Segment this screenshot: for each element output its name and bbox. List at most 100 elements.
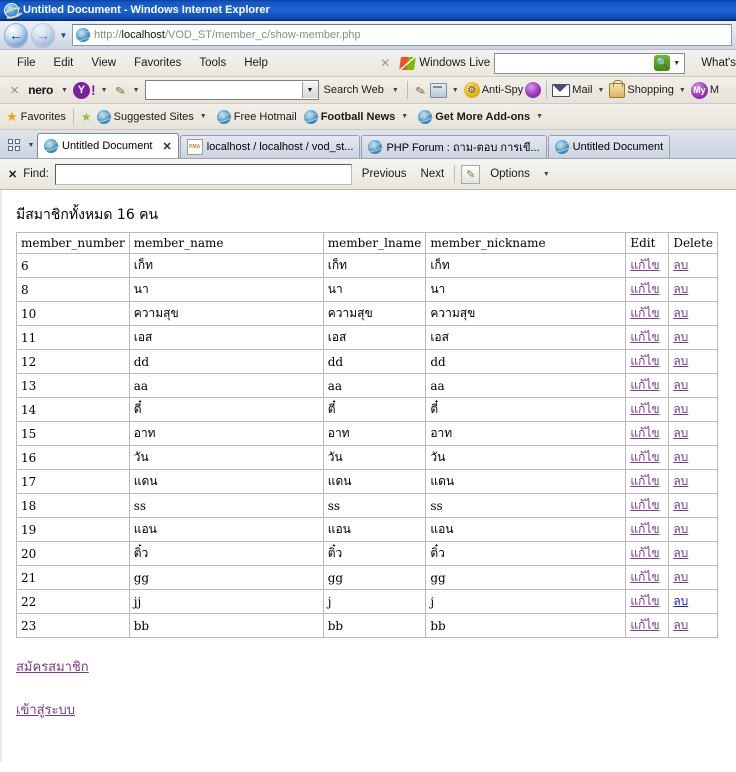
tab-list-chevron-down-icon[interactable]: ▼ <box>25 135 37 155</box>
close-find-bar-icon[interactable]: ✕ <box>8 168 17 181</box>
favbar-item-suggested-sites[interactable]: Suggested Sites ▼ <box>95 109 212 125</box>
chevron-down-icon[interactable]: ▼ <box>670 60 683 67</box>
edit-link[interactable]: แก้ไข <box>630 426 659 440</box>
edit-link[interactable]: แก้ไข <box>630 306 659 320</box>
menu-tools[interactable]: Tools <box>190 55 235 71</box>
whats-new-label[interactable]: What's <box>691 57 736 69</box>
anti-spy-icon[interactable]: ⚙ <box>463 82 480 98</box>
toolbar-close-icon[interactable]: ✕ <box>6 84 23 97</box>
delete-link[interactable]: ลบ <box>673 618 688 632</box>
forward-button[interactable]: → <box>31 23 55 47</box>
delete-link[interactable]: ลบ <box>673 522 688 536</box>
envelope-icon[interactable] <box>552 83 571 97</box>
windows-live-search-input[interactable] <box>498 56 655 70</box>
delete-link[interactable]: ลบ <box>673 474 688 488</box>
yahoo-search-box[interactable]: ▼ <box>144 80 319 100</box>
close-icon[interactable]: ✕ <box>163 140 172 153</box>
my-yahoo-label[interactable]: M <box>710 84 719 96</box>
favbar-item-free-hotmail[interactable]: Free Hotmail <box>215 109 299 125</box>
shopping-label[interactable]: Shopping <box>627 84 674 96</box>
find-input-wrapper[interactable] <box>54 163 352 185</box>
add-to-favorites-icon[interactable]: ★ <box>81 111 92 123</box>
chevron-down-icon[interactable]: ▼ <box>398 113 411 120</box>
back-button[interactable]: ← <box>4 23 28 47</box>
edit-link[interactable]: แก้ไข <box>630 474 659 488</box>
delete-link[interactable]: ลบ <box>673 570 688 584</box>
pencil-icon[interactable]: ✎ <box>411 81 429 99</box>
favorites-label[interactable]: Favorites <box>21 111 66 123</box>
shopping-chevron-down-icon[interactable]: ▼ <box>676 87 689 94</box>
edit-link[interactable]: แก้ไข <box>630 450 659 464</box>
edit-link[interactable]: แก้ไข <box>630 282 659 296</box>
anti-spy-label[interactable]: Anti-Spy <box>482 84 524 96</box>
edit-link[interactable]: แก้ไข <box>630 258 659 272</box>
yahoo-messenger-icon[interactable] <box>525 82 542 98</box>
mail-label[interactable]: Mail <box>572 84 592 96</box>
search-icon[interactable]: 🔍 <box>654 55 671 71</box>
shopping-bag-icon[interactable] <box>609 79 626 98</box>
quick-tabs-icon[interactable] <box>4 135 24 155</box>
tab-phpmyadmin-localhost[interactable]: PMA localhost / localhost / vod_st... <box>179 135 361 158</box>
tab-untitled-document-1[interactable]: Untitled Document ✕ <box>37 133 179 158</box>
search-web-button[interactable]: Search Web <box>321 84 387 96</box>
edit-link[interactable]: แก้ไข <box>630 570 659 584</box>
edit-link[interactable]: แก้ไข <box>630 546 659 560</box>
highlighter-icon[interactable]: ✎ <box>461 164 481 184</box>
chevron-down-icon[interactable]: ▼ <box>197 113 210 120</box>
find-options-chevron-down-icon[interactable]: ▼ <box>540 171 553 178</box>
delete-link[interactable]: ลบ <box>673 354 688 368</box>
nero-chevron-down-icon[interactable]: ▼ <box>58 87 71 94</box>
search-web-chevron-down-icon[interactable]: ▼ <box>389 87 402 94</box>
edit-link[interactable]: แก้ไข <box>630 402 659 416</box>
yahoo-chevron-down-icon[interactable]: ▼ <box>98 87 111 94</box>
highlighter-pen-icon[interactable]: ✎ <box>111 81 129 99</box>
chevron-down-icon[interactable]: ▼ <box>533 113 546 120</box>
menu-file[interactable]: File <box>8 55 45 71</box>
favbar-item-football-news[interactable]: Football News ▼ <box>302 109 414 125</box>
star-icon[interactable]: ★ <box>6 110 18 123</box>
edit-link[interactable]: แก้ไข <box>630 618 659 632</box>
edit-link[interactable]: แก้ไข <box>630 522 659 536</box>
close-x-icon[interactable]: ✕ <box>370 56 400 70</box>
edit-link[interactable]: แก้ไข <box>630 354 659 368</box>
find-options-button[interactable]: Options <box>486 168 534 180</box>
menu-view[interactable]: View <box>82 55 125 71</box>
favbar-item-get-more-add-ons[interactable]: Get More Add-ons ▼ <box>416 109 548 125</box>
delete-link[interactable]: ลบ <box>673 594 688 608</box>
delete-link[interactable]: ลบ <box>673 426 688 440</box>
yahoo-search-input[interactable] <box>145 83 302 97</box>
windows-live-search-box[interactable]: 🔍 ▼ <box>494 52 686 74</box>
tab-untitled-document-2[interactable]: Untitled Document <box>547 135 671 158</box>
mail-chevron-down-icon[interactable]: ▼ <box>594 87 607 94</box>
edit-link[interactable]: แก้ไข <box>630 330 659 344</box>
menu-edit[interactable]: Edit <box>45 55 83 71</box>
address-bar[interactable]: http://localhost/VOD_ST/member_c/show-me… <box>72 24 732 46</box>
find-previous-button[interactable]: Previous <box>358 168 411 180</box>
delete-link[interactable]: ลบ <box>673 282 688 296</box>
edit-link[interactable]: แก้ไข <box>630 378 659 392</box>
edit-link[interactable]: แก้ไข <box>630 594 659 608</box>
delete-link[interactable]: ลบ <box>673 546 688 560</box>
delete-link[interactable]: ลบ <box>673 378 688 392</box>
delete-link[interactable]: ลบ <box>673 450 688 464</box>
yahoo-search-chevron-down-icon[interactable]: ▼ <box>301 82 318 98</box>
delete-link[interactable]: ลบ <box>673 498 688 512</box>
pen-chevron-down-icon[interactable]: ▼ <box>130 87 143 94</box>
register-link[interactable]: สมัครสมาชิก <box>16 656 736 677</box>
find-next-button[interactable]: Next <box>417 168 449 180</box>
edit-link[interactable]: แก้ไข <box>630 498 659 512</box>
find-input[interactable] <box>55 164 351 184</box>
login-link[interactable]: เข้าสู่ระบบ <box>16 699 736 720</box>
windows-stack-icon[interactable] <box>429 82 447 98</box>
recent-pages-button[interactable]: ▼ <box>58 24 69 46</box>
tab-php-forum[interactable]: PHP Forum : ถาม-ตอบ การเขี... <box>361 135 547 158</box>
delete-link[interactable]: ลบ <box>673 402 688 416</box>
delete-link[interactable]: ลบ <box>673 258 688 272</box>
delete-link[interactable]: ลบ <box>673 330 688 344</box>
delete-link[interactable]: ลบ <box>673 306 688 320</box>
menu-favorites[interactable]: Favorites <box>125 55 190 71</box>
my-yahoo-icon[interactable]: My <box>690 81 708 99</box>
nero-label[interactable]: nero <box>25 83 56 97</box>
windows-stack-chevron-down-icon[interactable]: ▼ <box>449 87 462 94</box>
menu-help[interactable]: Help <box>235 55 277 71</box>
